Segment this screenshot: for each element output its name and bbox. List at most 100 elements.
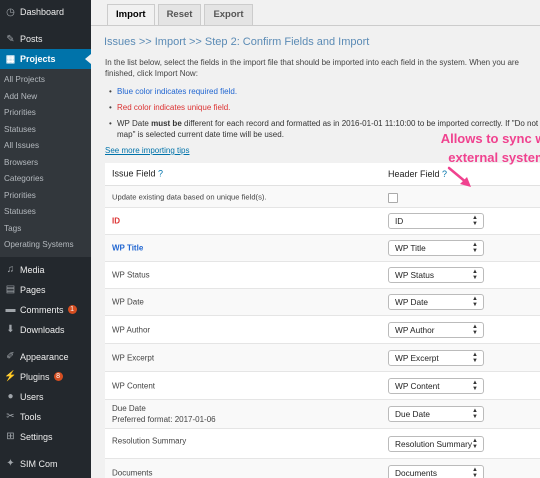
plugins-count-badge: 8 xyxy=(53,372,63,381)
submenu-add-new[interactable]: Add New xyxy=(0,89,91,106)
menu-plugins[interactable]: ⚡ Plugins 8 xyxy=(0,367,91,387)
tools-icon: ✂ xyxy=(6,411,15,422)
field-name-wp-title: WP Title xyxy=(112,243,144,253)
table-row: Resolution Summary Resolution Summary ▲ ▼ xyxy=(105,429,540,459)
download-icon: ⬇ xyxy=(6,324,15,335)
menu-label: Comments xyxy=(20,304,64,315)
users-icon: ● xyxy=(7,391,14,402)
field-name-wp-excerpt: WP Excerpt xyxy=(112,353,155,362)
projects-submenu: All Projects Add New Priorities Statuses… xyxy=(0,69,91,257)
menu-label: Plugins xyxy=(20,371,50,382)
updown-chevron-icon: ▲ ▼ xyxy=(472,296,478,308)
submenu-all-projects[interactable]: All Projects xyxy=(0,72,91,89)
intro-text: In the list below, select the fields in … xyxy=(105,58,519,78)
header-select-wp-date[interactable]: WP Date ▲ ▼ xyxy=(388,294,484,310)
header-select-wp-content[interactable]: WP Content ▲ ▼ xyxy=(388,377,484,394)
table-row: Documents Documents ▲ ▼ xyxy=(105,459,540,478)
select-value: WP Date xyxy=(395,297,429,307)
field-name-wp-status: WP Status xyxy=(112,270,150,280)
table-row: WP Excerpt WP Excerpt ▲ ▼ xyxy=(105,344,540,372)
tab-reset[interactable]: Reset xyxy=(157,4,202,25)
field-name-wp-date: WP Date xyxy=(112,297,144,307)
menu-appearance[interactable]: ✐ Appearance xyxy=(0,347,91,367)
select-value: WP Content xyxy=(395,380,440,391)
updown-chevron-icon: ▲ ▼ xyxy=(472,379,478,392)
submenu-all-issues[interactable]: All Issues xyxy=(0,138,91,155)
sync-callout-annotation: Allows to sync with external systems xyxy=(435,129,540,167)
col-header-field: Header Field ? xyxy=(388,169,447,179)
header-select-wp-author[interactable]: WP Author ▲ ▼ xyxy=(388,321,484,338)
table-row: WP Title WP Title ▲ ▼ xyxy=(105,235,540,262)
select-value: WP Author xyxy=(395,324,435,335)
menu-label: Users xyxy=(20,391,44,402)
submenu-statuses[interactable]: Statuses xyxy=(0,122,91,139)
header-select-documents[interactable]: Documents ▲ ▼ xyxy=(388,464,484,478)
field-name-due-date: Due Date Preferred format: 2017-01-06 xyxy=(112,403,216,425)
plugin-icon: ⚡ xyxy=(4,371,17,382)
field-name-wp-author: WP Author xyxy=(112,325,151,334)
media-icon: ♫ xyxy=(6,264,15,275)
header-select-due-date[interactable]: Due Date ▲ ▼ xyxy=(388,406,484,422)
select-value: WP Excerpt xyxy=(395,352,439,363)
tab-import[interactable]: Import xyxy=(107,4,155,25)
header-select-wp-status[interactable]: WP Status ▲ ▼ xyxy=(388,267,484,283)
menu-sim-com[interactable]: ✦ SIM Com xyxy=(0,454,91,474)
tab-divider xyxy=(91,25,540,26)
note-date-bold: must be xyxy=(151,119,182,128)
header-select-wp-excerpt[interactable]: WP Excerpt ▲ ▼ xyxy=(388,349,484,366)
select-value: Resolution Summary xyxy=(395,439,473,449)
issue-field-help-icon[interactable]: ? xyxy=(158,169,163,179)
menu-posts[interactable]: ✎ Posts xyxy=(0,29,91,49)
menu-dashboard[interactable]: ◷ Dashboard xyxy=(0,2,91,22)
menu-pages[interactable]: ▤ Pages xyxy=(0,280,91,300)
submenu-issue-priorities[interactable]: Priorities xyxy=(0,188,91,205)
submenu-tags[interactable]: Tags xyxy=(0,221,91,238)
field-name-resolution-summary: Resolution Summary xyxy=(112,436,187,446)
tab-export[interactable]: Export xyxy=(204,4,253,25)
menu-projects[interactable]: ▦ Projects xyxy=(0,49,91,69)
note-required: Blue color indicates required field. xyxy=(109,86,540,97)
select-value: WP Status xyxy=(395,270,435,280)
updown-chevron-icon: ▲ ▼ xyxy=(472,466,478,478)
menu-users[interactable]: ● Users xyxy=(0,387,91,407)
admin-sidebar: ◷ Dashboard ✎ Posts ▦ Projects All Proje… xyxy=(0,0,91,478)
updown-chevron-icon: ▲ ▼ xyxy=(472,323,478,336)
menu-label: Dashboard xyxy=(20,7,65,17)
pin-icon: ✎ xyxy=(6,33,15,45)
updown-chevron-icon: ▲ ▼ xyxy=(472,438,478,450)
submenu-priorities[interactable]: Priorities xyxy=(0,105,91,122)
update-existing-checkbox[interactable] xyxy=(388,193,398,203)
menu-media[interactable]: ♫ Media xyxy=(0,260,91,280)
page-title: Issues >> Import >> Step 2: Confirm Fiel… xyxy=(104,36,370,48)
updown-chevron-icon: ▲ ▼ xyxy=(472,269,478,281)
submenu-operating-systems[interactable]: Operating Systems xyxy=(0,237,91,254)
importing-tips-link[interactable]: See more importing tips xyxy=(105,146,189,155)
menu-comments[interactable]: ▬ Comments 1 xyxy=(0,300,91,320)
field-name-id: ID xyxy=(112,216,120,226)
submenu-issue-statuses[interactable]: Statuses xyxy=(0,204,91,221)
main-content: Import Reset Export Issues >> Import >> … xyxy=(91,0,540,478)
table-row: WP Author WP Author ▲ ▼ xyxy=(105,316,540,344)
menu-label: Posts xyxy=(20,34,43,44)
header-select-id[interactable]: ID ▲ ▼ xyxy=(388,213,484,229)
menu-downloads[interactable]: ⬇ Downloads xyxy=(0,320,91,340)
menu-settings[interactable]: ⊞ Settings xyxy=(0,427,91,447)
dashboard-icon: ◷ xyxy=(6,6,15,18)
menu-tools[interactable]: ✂ Tools xyxy=(0,407,91,427)
note-date-prefix: WP Date xyxy=(117,119,152,128)
pages-icon: ▤ xyxy=(5,284,16,295)
menu-label: Projects xyxy=(20,54,56,64)
menu-label: Tools xyxy=(20,411,42,422)
header-select-resolution-summary[interactable]: Resolution Summary ▲ ▼ xyxy=(388,436,484,452)
table-row: ID ID ▲ ▼ xyxy=(105,208,540,235)
field-mapping-table: Issue Field ? Header Field ? Update exis… xyxy=(105,163,540,478)
menu-label: Downloads xyxy=(20,324,65,335)
select-value: Due Date xyxy=(395,409,431,419)
menu-label: Settings xyxy=(20,431,53,442)
table-row: Due Date Preferred format: 2017-01-06 Due… xyxy=(105,400,540,429)
header-select-wp-title[interactable]: WP Title ▲ ▼ xyxy=(388,240,484,256)
projects-icon: ▦ xyxy=(5,53,16,65)
submenu-browsers[interactable]: Browsers xyxy=(0,155,91,172)
submenu-categories[interactable]: Categories xyxy=(0,171,91,188)
due-date-format-hint: Preferred format: 2017-01-06 xyxy=(112,415,216,424)
